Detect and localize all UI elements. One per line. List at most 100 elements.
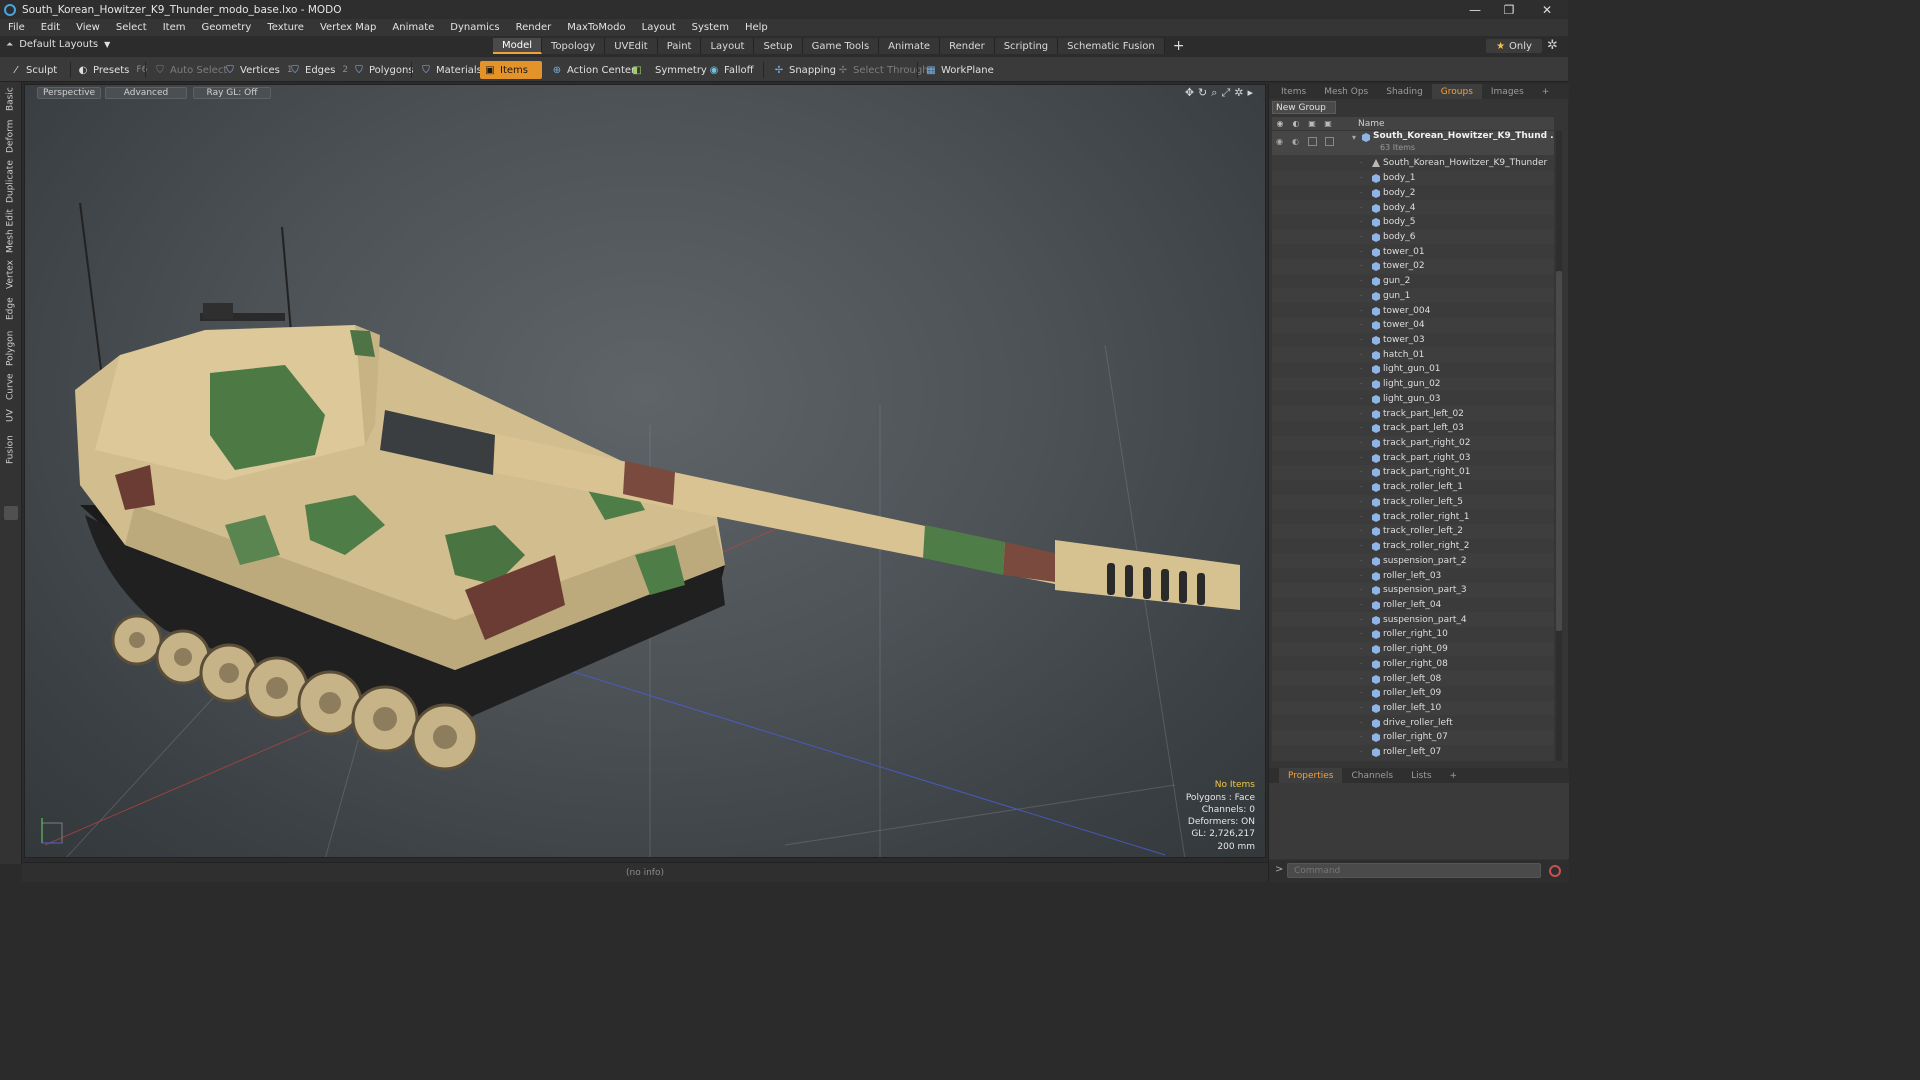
menu-file[interactable]: File [0,22,33,33]
list-item[interactable]: · roller_right_10 [1272,627,1554,642]
gear-icon[interactable]: ✲ [1547,38,1558,53]
tab-game-tools[interactable]: Game Tools [802,38,880,54]
action-center-button[interactable]: ⊕ Action Center [547,61,639,79]
tab-layout[interactable]: Layout [701,38,755,54]
tab-scripting[interactable]: Scripting [994,38,1059,54]
tab-uvedit[interactable]: UVEdit [605,38,658,54]
scrollbar-thumb[interactable] [1556,271,1562,631]
tab-items[interactable]: Items [1269,84,1315,99]
only-button[interactable]: ★ Only [1486,39,1542,53]
list-item[interactable]: · gun_2 [1272,274,1554,289]
vtab-vertex[interactable]: Vertex [3,258,18,292]
list-item[interactable]: · track_part_left_03 [1272,421,1554,436]
vtab-basic[interactable]: Basic [3,86,18,112]
presets-button[interactable]: ◐ Presets F6 [73,61,151,79]
render-icon[interactable]: ◐ [1288,119,1304,128]
list-item[interactable]: · tower_02 [1272,259,1554,274]
list-item[interactable]: · drive_roller_left [1272,715,1554,730]
menu-dynamics[interactable]: Dynamics [442,22,507,33]
viewport-menu-icon[interactable]: ▸ [1247,86,1253,100]
tab-shading[interactable]: Shading [1377,84,1432,99]
maximize-icon[interactable]: ❐ [1491,0,1527,19]
expand-panel-button[interactable] [4,506,18,520]
fit-view-icon[interactable]: ⤢ [1221,86,1230,100]
list-item[interactable]: · roller_right_07 [1272,730,1554,745]
column-name[interactable]: Name [1358,119,1385,129]
rotate-view-icon[interactable]: ↻ [1198,86,1207,100]
list-item[interactable]: · body_5 [1272,215,1554,230]
tab-mesh-ops[interactable]: Mesh Ops [1315,84,1377,99]
group-row[interactable]: ◉ ◐ ▾ South_Korean_Howitzer_K9_Thund ...… [1272,131,1554,155]
list-item[interactable]: · track_roller_left_2 [1272,524,1554,539]
list-item[interactable]: · roller_right_08 [1272,656,1554,671]
vtab-curve[interactable]: Curve [3,372,18,402]
tab-paint[interactable]: Paint [657,38,702,54]
tab-properties[interactable]: Properties [1279,768,1343,783]
raygl-button[interactable]: Ray GL: Off [193,87,271,99]
menu-help[interactable]: Help [737,22,776,33]
tab-model[interactable]: Model [493,38,543,54]
list-item[interactable]: · track_part_left_02 [1272,406,1554,421]
vtab-polygon[interactable]: Polygon [3,328,18,368]
list-item[interactable]: · tower_01 [1272,244,1554,259]
move-view-icon[interactable]: ✥ [1185,86,1194,100]
vtab-fusion[interactable]: Fusion [3,432,18,468]
list-item[interactable]: · roller_left_10 [1272,700,1554,716]
list-item[interactable]: · roller_left_08 [1272,671,1554,686]
menu-maxtomodo[interactable]: MaxToModo [559,22,633,33]
select-icon[interactable]: ▣ [1320,119,1336,128]
lock-checkbox[interactable] [1308,137,1317,146]
list-item[interactable]: · track_roller_left_1 [1272,480,1554,495]
edges-button[interactable]: ⛉ Edges 2 [285,61,352,79]
menu-select[interactable]: Select [108,22,155,33]
visibility-eye-icon[interactable]: ◉ [1276,137,1283,146]
symmetry-button[interactable]: ◧ Symmetry [627,61,711,79]
tab-images[interactable]: Images [1482,84,1533,99]
tab-setup[interactable]: Setup [754,38,803,54]
list-item[interactable]: · track_part_right_02 [1272,435,1554,451]
select-checkbox[interactable] [1325,137,1334,146]
list-item[interactable]: · light_gun_01 [1272,362,1554,377]
list-item[interactable]: · light_gun_03 [1272,392,1554,407]
polygons-button[interactable]: ⛉ Polygons [349,61,418,79]
vtab-edge[interactable]: Edge [3,296,18,322]
viewport-gear-icon[interactable]: ✲ [1234,86,1243,100]
list-item[interactable]: · hatch_01 [1272,347,1554,363]
workplane-button[interactable]: ▦ WorkPlane [921,61,998,79]
add-tab-icon[interactable]: + [1173,38,1185,54]
minimize-icon[interactable]: — [1457,0,1493,19]
materials-button[interactable]: ⛉ Materials [416,61,486,79]
list-item[interactable]: · roller_right_09 [1272,641,1554,657]
menu-animate[interactable]: Animate [384,22,442,33]
menu-item[interactable]: Item [155,22,194,33]
tab-lists[interactable]: Lists [1402,768,1440,783]
vtab-duplicate[interactable]: Duplicate [3,160,18,204]
snapping-button[interactable]: ✢ Snapping [769,61,840,79]
tab-groups[interactable]: Groups [1431,84,1482,99]
list-item[interactable]: · tower_04 [1272,317,1554,333]
3d-viewport[interactable]: Perspective Advanced Ray GL: Off ✥ ↻ ⌕ ⤢… [24,84,1266,858]
list-item[interactable]: · suspension_part_2 [1272,553,1554,569]
render-toggle-icon[interactable]: ◐ [1292,137,1299,146]
close-icon[interactable]: ✕ [1529,0,1565,19]
list-item[interactable]: · track_roller_right_1 [1272,509,1554,524]
list-item[interactable]: · roller_left_09 [1272,686,1554,701]
list-item[interactable]: · light_gun_02 [1272,376,1554,392]
add-props-tab-icon[interactable]: + [1441,768,1467,783]
menu-view[interactable]: View [68,22,108,33]
sculpt-button[interactable]: ⁄ Sculpt [6,61,61,79]
list-item[interactable]: · suspension_part_4 [1272,612,1554,627]
zoom-view-icon[interactable]: ⌕ [1211,86,1217,100]
list-item[interactable]: · body_1 [1272,170,1554,186]
menu-vertex-map[interactable]: Vertex Map [312,22,384,33]
list-item[interactable]: · South_Korean_Howitzer_K9_Thunder [1272,156,1554,171]
menu-geometry[interactable]: Geometry [193,22,259,33]
list-item[interactable]: · gun_1 [1272,288,1554,304]
list-scrollbar[interactable] [1556,131,1562,761]
list-item[interactable]: · roller_left_04 [1272,598,1554,613]
view-mode-button[interactable]: Perspective [37,87,101,99]
list-item[interactable]: · body_6 [1272,229,1554,245]
new-group-button[interactable]: New Group [1272,101,1336,114]
list-item[interactable]: · roller_left_07 [1272,745,1554,760]
tab-topology[interactable]: Topology [542,38,606,54]
